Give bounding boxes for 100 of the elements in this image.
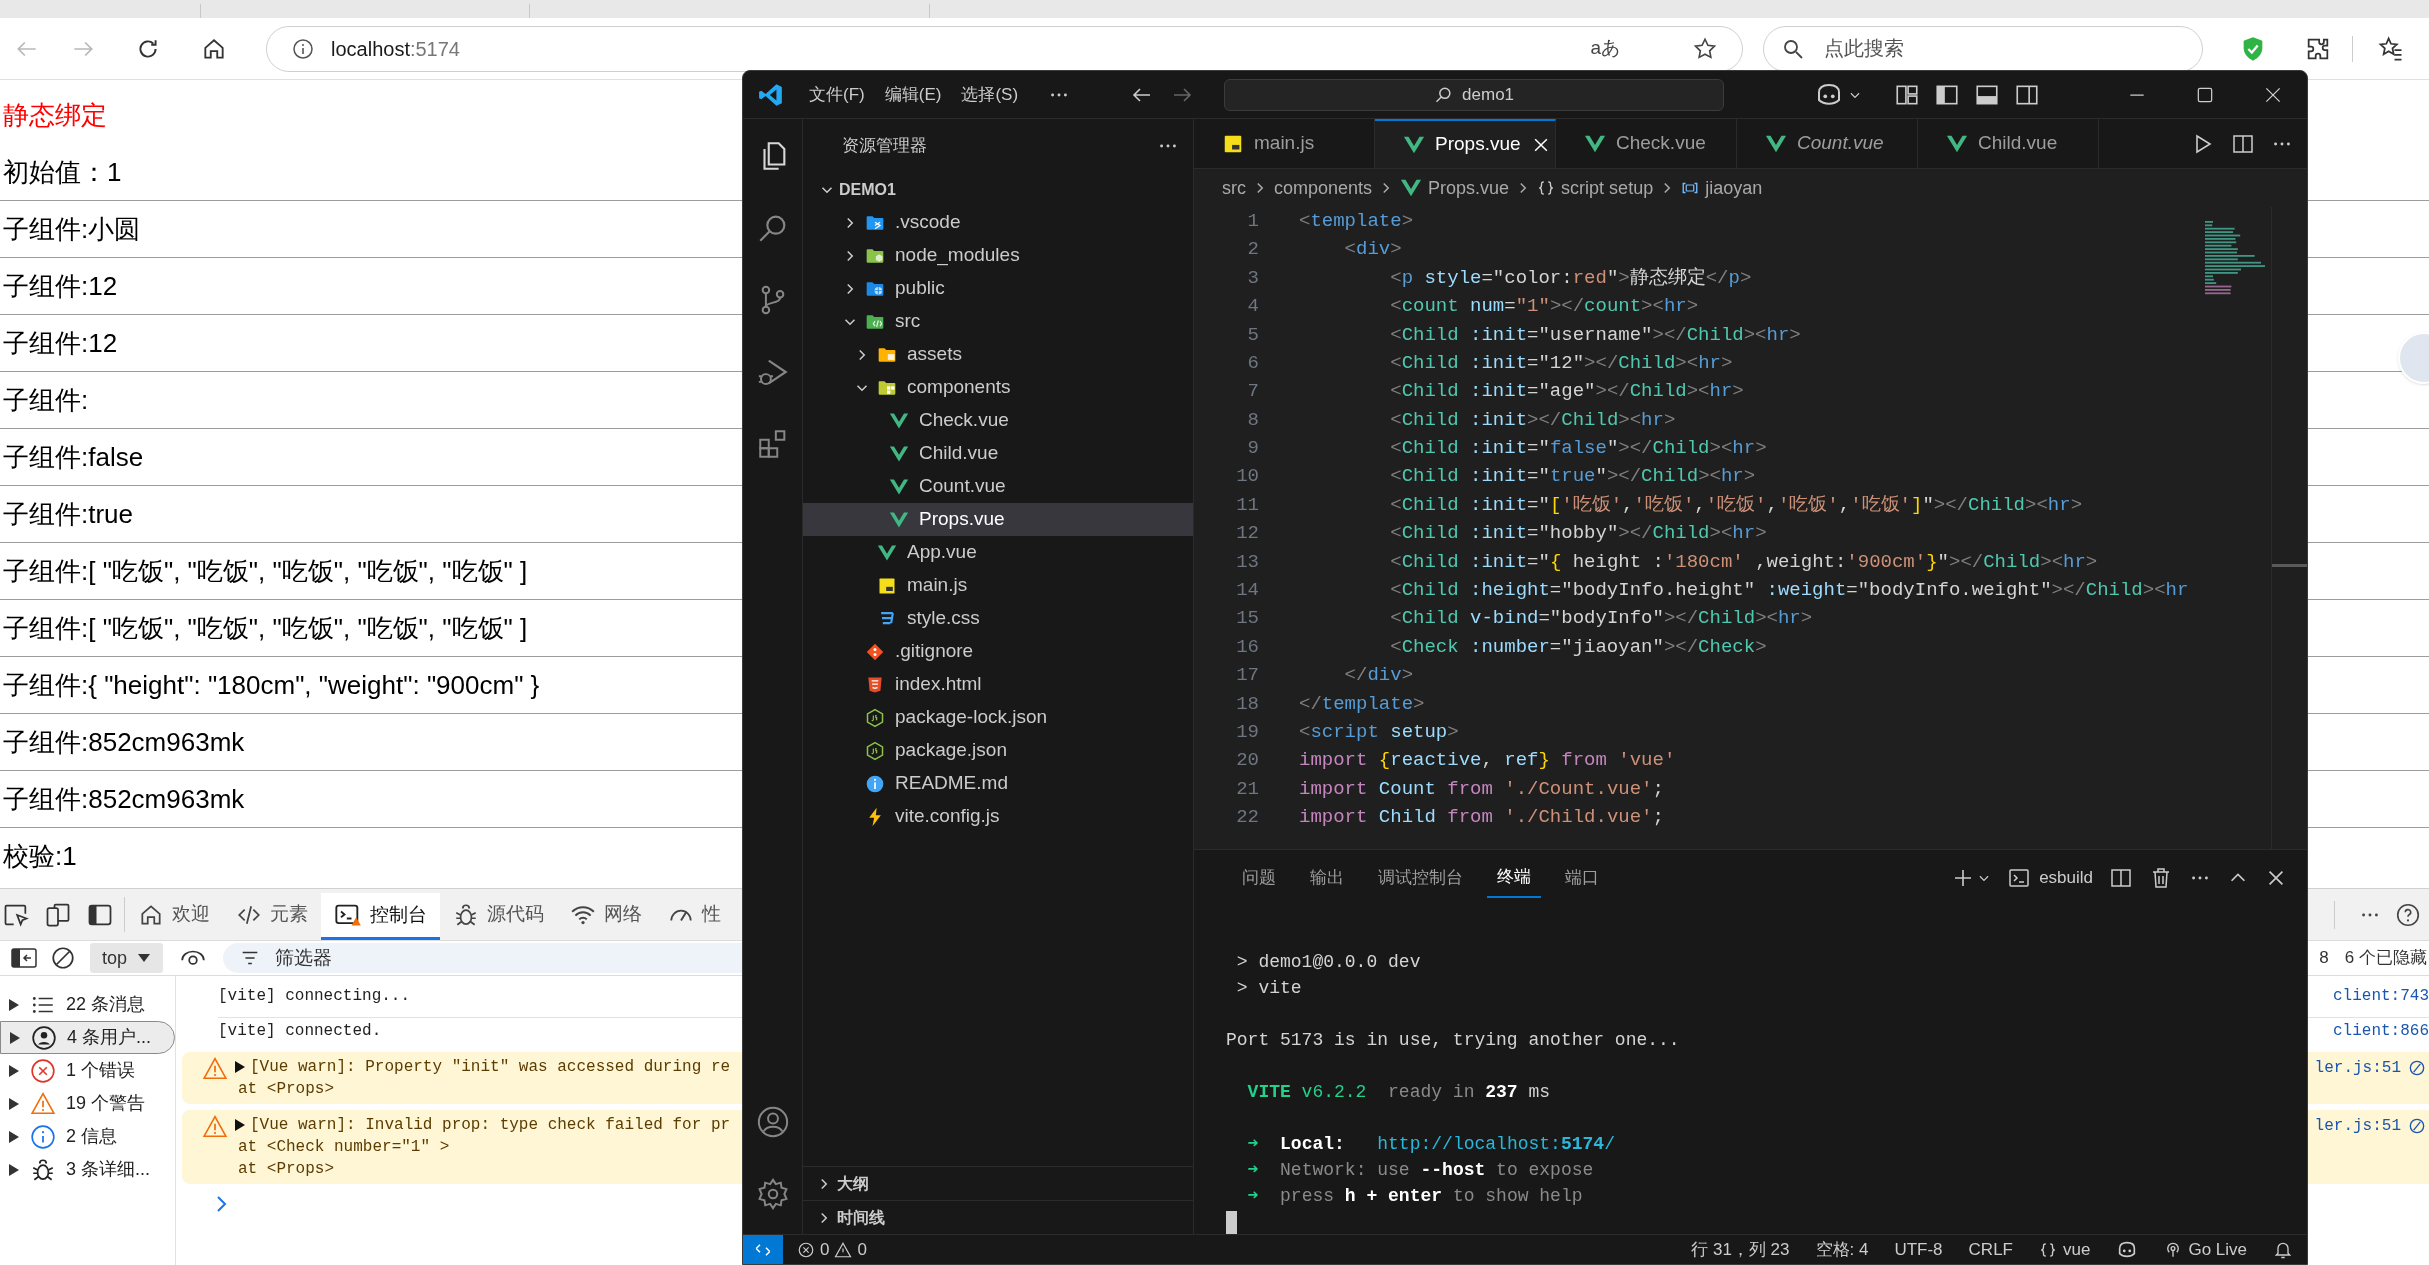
code-line: import {reactive, ref} from 'vue' — [1299, 748, 1676, 774]
stack-line: at <Check number="1" > — [237, 1137, 451, 1158]
tree-item[interactable]: Props.vue — [803, 503, 1193, 536]
status-item[interactable]: 空格: 4 — [1815, 1236, 1869, 1263]
tree-item[interactable]: DEMO1 — [803, 173, 1193, 206]
source-link[interactable]: client:743 — [2333, 984, 2429, 1008]
panel-tab[interactable]: 端口 — [1555, 858, 1609, 898]
tree-item[interactable]: vite.config.js — [803, 800, 1193, 833]
read-aloud-button[interactable]: aあ — [1590, 34, 1620, 63]
message-filter-item[interactable]: 2 信息 — [0, 1120, 175, 1153]
expand-icon[interactable] — [234, 1060, 246, 1074]
address-bar[interactable]: localhost:5174 aあ — [266, 25, 1743, 72]
tree-item[interactable]: src — [803, 305, 1193, 338]
devtools-tab[interactable]: 性 — [655, 889, 734, 940]
terminal-profile-button[interactable]: esbuild — [2007, 865, 2093, 891]
split-terminal-icon[interactable] — [2109, 866, 2133, 890]
remote-button[interactable] — [743, 1235, 783, 1264]
tree-item[interactable]: .gitignore — [803, 635, 1193, 668]
tree-item[interactable]: package.json — [803, 734, 1193, 767]
section-header[interactable]: 大纲 — [803, 1166, 1193, 1200]
devtools-tab[interactable]: 网络 — [557, 889, 655, 940]
tree-item[interactable]: components — [803, 371, 1193, 404]
braces-icon — [2039, 1240, 2057, 1259]
message-filter-item[interactable]: 4 条用户... — [0, 1021, 175, 1054]
breadcrumb-item[interactable]: src — [1222, 174, 1246, 202]
tree-item[interactable]: Count.vue — [803, 470, 1193, 503]
tree-item[interactable]: index.html — [803, 668, 1193, 701]
status-item[interactable]: UTF-8 — [1894, 1236, 1943, 1263]
editor-tab[interactable]: Props.vue — [1375, 119, 1556, 168]
tree-item[interactable]: Child.vue — [803, 437, 1193, 470]
help-icon[interactable] — [2395, 901, 2421, 928]
line-number: 9 — [1246, 436, 1259, 462]
status-item[interactable]: Go Live — [2164, 1236, 2247, 1263]
menu-item[interactable]: 编辑(E) — [874, 81, 952, 108]
editor-tab[interactable]: Count.vue — [1737, 119, 1918, 168]
panel-tab[interactable]: 终端 — [1487, 858, 1541, 898]
problems-button[interactable]: 0 0 — [797, 1236, 867, 1263]
breadcrumb-item[interactable]: Props.vue — [1400, 174, 1510, 202]
status-item[interactable]: CRLF — [1968, 1236, 2013, 1263]
search-field[interactable]: 点此搜索 — [1763, 25, 2203, 72]
line-number: 13 — [1235, 549, 1259, 575]
expand-icon[interactable] — [8, 997, 20, 1012]
settings-icon[interactable] — [756, 1177, 790, 1211]
editor-logo-icon[interactable] — [758, 81, 784, 108]
tree-item[interactable]: public — [803, 272, 1193, 305]
star-icon[interactable] — [1692, 35, 1718, 62]
tree-item[interactable]: assets — [803, 338, 1193, 371]
message-filter-item[interactable]: 22 条消息 — [0, 988, 175, 1021]
source-link[interactable]: ler.js:51 — [2314, 1114, 2401, 1138]
breadcrumb-item[interactable]: script setup — [1537, 174, 1654, 202]
expand-icon[interactable] — [8, 1162, 20, 1177]
devtools-tab[interactable]: 源代码 — [440, 889, 557, 940]
terminal-line: ➜ Network: use --host to expose — [1246, 1158, 1594, 1182]
tree-item[interactable]: node_modules — [803, 239, 1193, 272]
line-number: 16 — [1235, 634, 1259, 660]
link-icon[interactable] — [2407, 1058, 2427, 1078]
editor-tab[interactable]: Check.vue — [1556, 119, 1737, 168]
expand-icon[interactable] — [9, 1030, 21, 1045]
status-item[interactable]: 行 31，列 23 — [1691, 1236, 1790, 1263]
account-icon[interactable] — [756, 1105, 790, 1139]
message-filter-item[interactable]: 1 个错误 — [0, 1054, 175, 1087]
tree-item[interactable]: .vscode — [803, 206, 1193, 239]
expand-icon[interactable] — [8, 1063, 20, 1078]
tree-item[interactable]: package-lock.json — [803, 701, 1193, 734]
tree-item[interactable]: App.vue — [803, 536, 1193, 569]
tree-item[interactable]: Check.vue — [803, 404, 1193, 437]
info-icon[interactable] — [291, 36, 315, 61]
line-number: 8 — [1246, 407, 1259, 433]
status-item[interactable]: vue — [2039, 1236, 2091, 1263]
clear-icon[interactable] — [50, 945, 76, 971]
panel-tab[interactable]: 调试控制台 — [1368, 858, 1473, 898]
source-link[interactable]: client:866 — [2333, 1019, 2429, 1043]
link-icon[interactable] — [2407, 1116, 2427, 1136]
warning-text: [Vue warn]: Invalid prop: type check failed for pr — [250, 1115, 731, 1136]
devtools-tab[interactable]: 元素 — [223, 889, 321, 940]
context-dropdown[interactable]: top — [90, 943, 164, 973]
command-center[interactable]: demo1 — [1224, 78, 1725, 111]
expand-icon[interactable] — [234, 1118, 246, 1132]
devtools-tab[interactable]: 欢迎 — [125, 889, 223, 940]
editor-tab[interactable]: Child.vue — [1918, 119, 2099, 168]
message-filter-item[interactable]: 3 条详细... — [0, 1153, 175, 1186]
breadcrumb-item[interactable]: components — [1274, 174, 1373, 202]
tree-item[interactable]: main.js — [803, 569, 1193, 602]
panel-tab[interactable]: 输出 — [1300, 858, 1354, 898]
tree-item[interactable]: README.md — [803, 767, 1193, 800]
panel-tab[interactable]: 问题 — [1232, 858, 1286, 898]
devtools-tab[interactable]: 控制台 — [321, 893, 440, 940]
breadcrumb-item[interactable]: jiaoyan — [1681, 174, 1763, 202]
code-line: <p style="color:red">静态绑定</p> — [1389, 265, 1752, 291]
source-link[interactable]: ler.js:51 — [2314, 1056, 2401, 1080]
menu-item[interactable]: 文件(F) — [799, 81, 875, 108]
tree-item[interactable]: style.css — [803, 602, 1193, 635]
expand-icon[interactable] — [8, 1129, 20, 1144]
expand-icon[interactable] — [8, 1096, 20, 1111]
sidebar-toggle-icon[interactable] — [10, 946, 38, 970]
terminal-icon — [2007, 866, 2032, 890]
filter-field[interactable]: 筛选器 — [223, 943, 744, 973]
message-filter-item[interactable]: 19 个警告 — [0, 1087, 175, 1120]
menu-item[interactable]: 选择(S) — [951, 81, 1029, 108]
favorites-icon[interactable] — [2377, 34, 2405, 63]
